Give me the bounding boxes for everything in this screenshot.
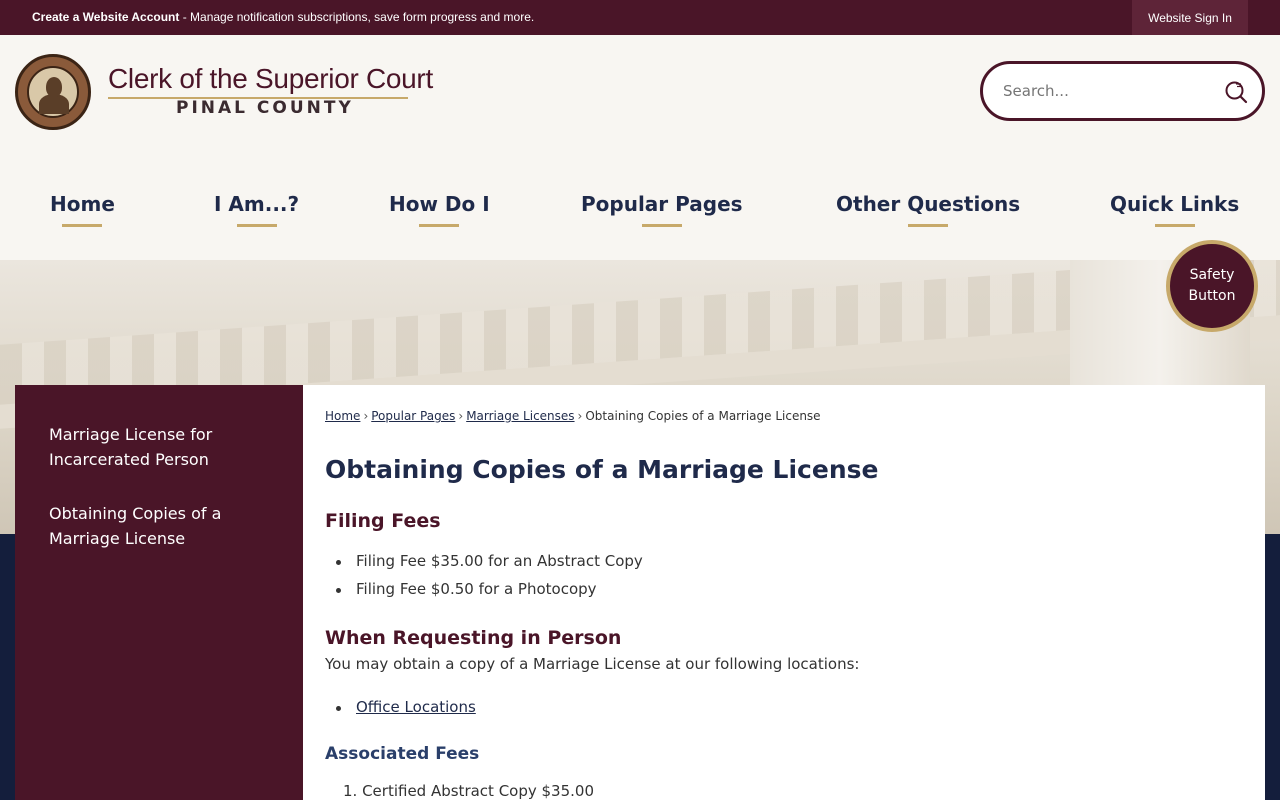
nav-item-label: I Am...? [214, 192, 300, 216]
breadcrumb-marriage-licenses-link[interactable]: Marriage Licenses [466, 409, 574, 423]
seal-portrait-body [39, 94, 69, 114]
search-input[interactable] [1003, 78, 1203, 104]
search-icon[interactable] [1224, 80, 1248, 104]
breadcrumb-popular-pages-link[interactable]: Popular Pages [371, 409, 455, 423]
safety-button[interactable]: Safety Button [1166, 240, 1258, 332]
county-seal-logo[interactable] [15, 54, 91, 130]
sidebar-item-incarcerated-person[interactable]: Marriage License for Incarcerated Person [49, 422, 279, 472]
associated-fees-heading: Associated Fees [325, 744, 480, 764]
list-item: Filing Fee $35.00 for an Abstract Copy [336, 552, 643, 570]
breadcrumb: Home › Popular Pages › Marriage Licenses › Obt… [325, 409, 821, 423]
main-navigation: Home I Am...? How Do I Popular Pages Oth… [0, 192, 1280, 242]
nav-item-label: Quick Links [1110, 192, 1240, 216]
safety-button-line1: Safety [1189, 267, 1235, 283]
nav-underline [236, 224, 277, 227]
breadcrumb-separator: › [577, 409, 583, 423]
website-sign-in-button[interactable]: Website Sign In [1132, 0, 1248, 35]
nav-underline [1154, 224, 1195, 227]
site-subtitle: PINAL COUNTY [176, 98, 354, 118]
nav-item-label: Popular Pages [581, 192, 743, 216]
nav-underline [908, 224, 949, 227]
filing-fees-heading: Filing Fees [325, 510, 441, 532]
nav-item-label: Home [50, 192, 115, 216]
in-person-heading: When Requesting in Person [325, 627, 622, 649]
list-item: Filing Fee $0.50 for a Photocopy [336, 580, 597, 598]
nav-item-other-questions[interactable]: Other Questions [836, 192, 1020, 227]
filing-fee-abstract: Filing Fee $35.00 for an Abstract Copy [356, 552, 643, 570]
secondary-sidebar: Marriage License for Incarcerated Person… [15, 385, 303, 800]
nav-item-how-do-i[interactable]: How Do I [389, 192, 490, 227]
breadcrumb-current: Obtaining Copies of a Marriage License [585, 409, 821, 423]
safety-button-line2: Button [1188, 288, 1236, 304]
sidebar-item-obtaining-copies[interactable]: Obtaining Copies of a Marriage License [49, 501, 279, 551]
nav-item-popular-pages[interactable]: Popular Pages [581, 192, 743, 227]
breadcrumb-home-link[interactable]: Home [325, 409, 360, 423]
page-title: Obtaining Copies of a Marriage License [325, 455, 879, 484]
breadcrumb-separator: › [458, 409, 464, 423]
office-locations-link[interactable]: Office Locations [356, 698, 476, 716]
search-box [980, 61, 1265, 121]
nav-item-label: Other Questions [836, 192, 1021, 216]
seal-portrait-head [46, 77, 62, 97]
site-header: Clerk of the Superior Court PINAL COUNTY… [0, 35, 1280, 260]
nav-item-quick-links[interactable]: Quick Links [1110, 192, 1239, 227]
seal-inner [27, 66, 79, 118]
associated-fee-item: 1. Certified Abstract Copy $35.00 [343, 782, 595, 800]
list-item: Office Locations [336, 698, 476, 716]
breadcrumb-separator: › [363, 409, 369, 423]
filing-fee-photocopy: Filing Fee $0.50 for a Photocopy [356, 580, 597, 598]
top-utility-bar: Create a Website Account - Manage notifi… [0, 0, 1280, 35]
nav-underline [62, 224, 103, 227]
site-title[interactable]: Clerk of the Superior Court [108, 63, 433, 95]
nav-underline [641, 224, 682, 227]
nav-underline [419, 224, 460, 227]
main-content: Home › Popular Pages › Marriage Licenses › Obt… [303, 385, 1265, 800]
nav-item-home[interactable]: Home [50, 192, 115, 227]
account-message: Create a Website Account - Manage notifi… [32, 10, 534, 24]
in-person-text: You may obtain a copy of a Marriage Lice… [325, 655, 860, 673]
create-account-link[interactable]: Create a Website Account [32, 10, 179, 24]
account-message-text: - Manage notification subscriptions, sav… [179, 10, 535, 24]
nav-item-i-am[interactable]: I Am...? [214, 192, 299, 227]
nav-item-label: How Do I [389, 192, 490, 216]
